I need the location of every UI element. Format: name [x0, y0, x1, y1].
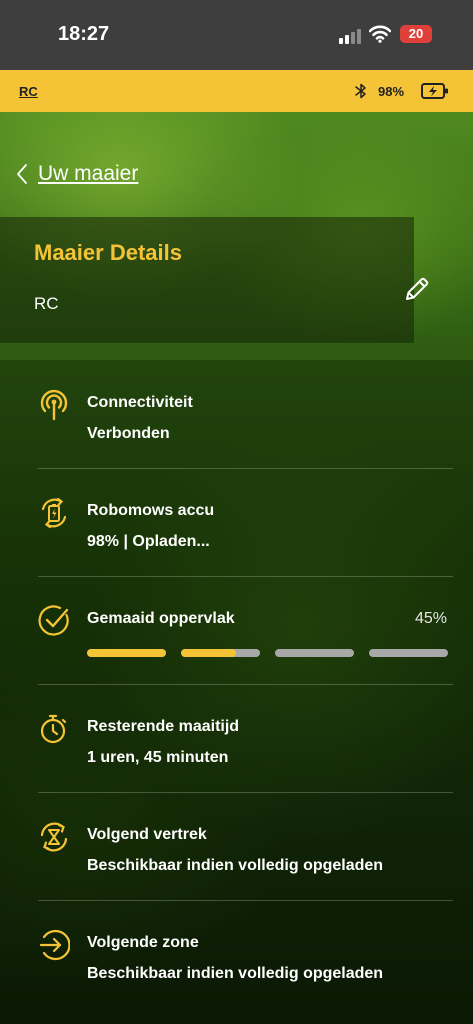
mowed-percent: 45%: [414, 610, 447, 627]
row-title: Connectiviteit: [87, 394, 193, 411]
divider: [38, 576, 453, 577]
mower-name: RC: [34, 294, 59, 313]
next-zone-row: Volgende zone Beschikbaar indien volledi…: [38, 928, 453, 1024]
divider: [38, 684, 453, 685]
mowed-area-row: Gemaaid oppervlak 45%: [38, 604, 453, 712]
check-circle-icon: [38, 605, 69, 636]
mower-battery-percent: 98%: [378, 84, 405, 99]
row-value: 98% | Opladen...: [87, 533, 210, 550]
row-title: Robomows accu: [87, 502, 215, 519]
bluetooth-icon: [355, 83, 366, 99]
details-card: [0, 217, 414, 343]
wifi-icon: [369, 25, 391, 43]
divider: [38, 900, 453, 901]
connectivity-icon: [40, 389, 68, 421]
row-title: Volgende zone: [87, 934, 199, 951]
next-departure-row: Volgend vertrek Beschikbaar indien volle…: [38, 820, 453, 928]
status-time: 18:27: [58, 23, 110, 45]
row-title: Volgend vertrek: [87, 826, 207, 843]
cellular-signal-icon: [339, 28, 363, 44]
app-connection-bar: RC 98%: [0, 70, 473, 112]
arrow-circle-icon: [39, 929, 70, 961]
divider: [38, 792, 453, 793]
remaining-time-row: Resterende maaitijd 1 uren, 45 minuten: [38, 712, 453, 820]
row-value: Beschikbaar indien volledig opgeladen: [87, 857, 384, 874]
os-battery-indicator: 20: [400, 25, 432, 43]
progress-segment: [369, 649, 448, 657]
mower-link[interactable]: RC: [19, 84, 38, 99]
back-button[interactable]: Uw maaier: [16, 160, 138, 188]
connectivity-row: Connectiviteit Verbonden: [38, 388, 453, 496]
hourglass-cycle-icon: [40, 822, 68, 852]
back-label: Uw maaier: [38, 162, 139, 185]
page-title: Maaier Details: [34, 240, 182, 265]
battery-row: Robomows accu 98% | Opladen...: [38, 496, 453, 604]
row-value: Verbonden: [87, 425, 170, 442]
stopwatch-icon: [40, 714, 67, 744]
os-status-bar: 18:27 20: [0, 0, 473, 70]
progress-segment: [87, 649, 166, 657]
chevron-left-icon: [17, 164, 27, 184]
divider: [38, 468, 453, 469]
battery-charging-icon: [421, 83, 448, 99]
row-value: 1 uren, 45 minuten: [87, 749, 229, 766]
mowed-progress-bar: [87, 649, 448, 657]
progress-segment: [181, 649, 260, 657]
progress-segment: [275, 649, 354, 657]
row-title: Gemaaid oppervlak: [87, 610, 235, 627]
row-title: Resterende maaitijd: [87, 718, 240, 735]
row-value: Beschikbaar indien volledig opgeladen: [87, 965, 384, 982]
edit-pencil-icon[interactable]: [402, 274, 432, 304]
battery-charging-icon: [41, 497, 67, 529]
